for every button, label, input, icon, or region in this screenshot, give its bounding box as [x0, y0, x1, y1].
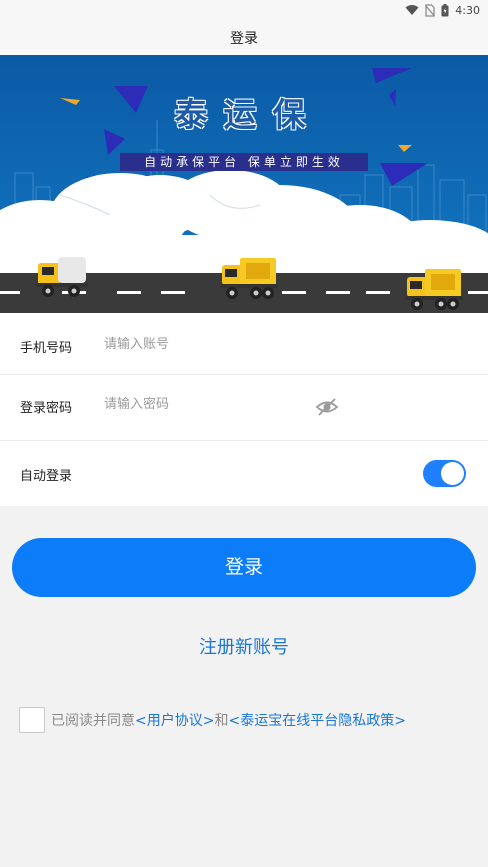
agreement-row: 已阅读并同意 <用户协议> 和 <泰运宝在线平台隐私政策> [19, 706, 406, 733]
password-label: 登录密码 [20, 401, 73, 416]
password-row: 登录密码 [0, 375, 488, 441]
banner-title: 泰运保 [174, 95, 322, 134]
agreement-checkbox[interactable] [19, 706, 45, 733]
auto-login-toggle[interactable] [423, 460, 466, 487]
battery-icon [441, 3, 449, 16]
toggle-knob [441, 462, 464, 485]
login-form: 手机号码 登录密码 自动登录 [0, 313, 488, 506]
phone-row: 手机号码 [0, 313, 488, 375]
status-icons: 4:30 [405, 2, 480, 18]
status-bar: 4:30 [0, 0, 488, 20]
banner-image: 泰运保 自动承保平台 保单立即生效 [0, 55, 488, 313]
banner-slogan: 自动承保平台 保单立即生效 [120, 153, 368, 171]
login-button[interactable]: 登录 [12, 538, 476, 597]
password-input[interactable] [104, 394, 304, 414]
app-bar: 登录 [0, 20, 488, 55]
auto-login-row: 自动登录 [0, 441, 488, 506]
auto-login-label: 自动登录 [20, 469, 73, 484]
phone-label: 手机号码 [20, 341, 73, 356]
user-agreement-link[interactable]: <用户协议> [135, 710, 214, 730]
phone-input[interactable] [104, 334, 304, 354]
status-time: 4:30 [455, 3, 480, 17]
agreement-prefix: 已阅读并同意 [51, 712, 135, 729]
register-link[interactable]: 注册新账号 [0, 633, 488, 659]
eye-off-icon[interactable] [315, 395, 339, 419]
agreement-conjunction: 和 [214, 712, 229, 729]
no-sim-icon [425, 3, 436, 17]
wifi-icon [405, 5, 419, 15]
privacy-policy-link[interactable]: <泰运宝在线平台隐私政策> [228, 710, 405, 730]
page-title: 登录 [230, 31, 258, 47]
